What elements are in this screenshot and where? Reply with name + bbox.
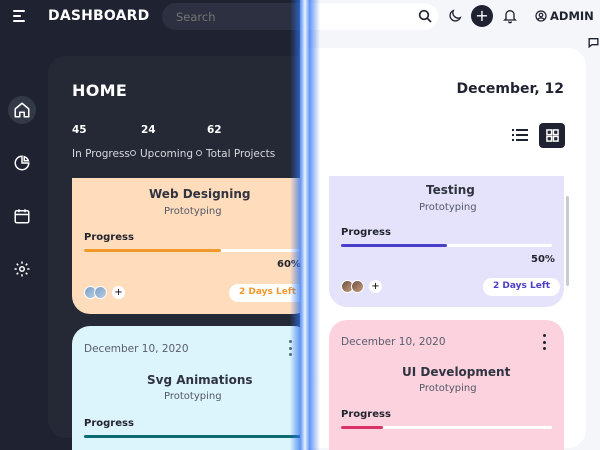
gear-icon: [14, 261, 30, 277]
add-member-button[interactable]: +: [369, 280, 382, 293]
search-icon: [418, 9, 432, 23]
progress-bar: [341, 426, 552, 429]
search-button[interactable]: [416, 7, 434, 25]
member-avatars: +: [341, 280, 382, 293]
card-date: December 10, 2020: [341, 336, 446, 348]
project-card-web-designing[interactable]: Web Designing Prototyping Progress 60% +…: [72, 178, 312, 314]
grid-view-button[interactable]: [539, 123, 565, 148]
sidebar-item-settings[interactable]: [8, 255, 36, 283]
user-icon: [535, 10, 547, 22]
card-title: Testing: [426, 183, 475, 197]
progress-bar: [341, 244, 552, 247]
card-title: UI Development: [402, 365, 511, 379]
calendar-icon: [14, 209, 30, 224]
card-date: December 10, 2020: [84, 343, 189, 355]
plus-icon: +: [471, 5, 493, 27]
moon-icon: [449, 9, 462, 22]
pie-chart-icon: [14, 155, 30, 171]
stat-upcoming: 24 Upcoming: [130, 124, 193, 161]
member-avatars: +: [84, 286, 125, 299]
card-subtitle: Prototyping: [164, 391, 222, 402]
days-left-badge: 2 Days Left: [483, 278, 561, 296]
scrollbar[interactable]: [566, 196, 569, 286]
stat-total-projects: 62 Total Projects: [196, 124, 275, 161]
card-title: Svg Animations: [147, 373, 253, 387]
avatar: [94, 286, 107, 299]
notifications-button[interactable]: [501, 7, 519, 25]
project-card-testing[interactable]: Testing Prototyping Progress 50% + 2 Day…: [329, 176, 564, 307]
bell-icon: [503, 10, 517, 24]
admin-label: ADMIN: [550, 9, 594, 23]
sidebar-item-home[interactable]: [8, 96, 36, 124]
progress-label: Progress: [84, 418, 134, 429]
list-view-icon: [512, 129, 528, 141]
card-subtitle: Prototyping: [419, 202, 477, 213]
progress-fill: [84, 249, 221, 252]
project-card-svg-animations[interactable]: December 10, 2020 Svg Animations Prototy…: [72, 326, 312, 450]
chat-button[interactable]: [587, 36, 600, 49]
hamburger-menu-icon[interactable]: [13, 10, 25, 22]
more-options-icon[interactable]: [541, 334, 547, 350]
sidebar-item-calendar[interactable]: [8, 202, 36, 230]
sidebar-item-analytics[interactable]: [8, 149, 36, 177]
page-title: HOME: [72, 81, 128, 100]
project-card-ui-development[interactable]: December 10, 2020 UI Development Prototy…: [329, 320, 564, 450]
progress-bar: [84, 249, 312, 252]
card-subtitle: Prototyping: [419, 383, 477, 394]
add-member-button[interactable]: +: [112, 286, 125, 299]
home-icon: [14, 102, 30, 118]
card-subtitle: Prototyping: [164, 206, 222, 217]
theme-divider: [290, 0, 320, 450]
progress-percent: 50%: [531, 254, 555, 265]
current-date: December, 12: [456, 81, 564, 97]
avatar: [351, 280, 364, 293]
progress-label: Progress: [341, 227, 391, 238]
add-button[interactable]: +: [471, 5, 493, 27]
progress-label: Progress: [341, 409, 391, 420]
chat-icon: [588, 38, 599, 49]
theme-toggle-button[interactable]: [446, 7, 464, 25]
stat-in-progress: 45 In Progress: [72, 124, 130, 160]
grid-view-icon: [545, 129, 559, 142]
list-view-button[interactable]: [508, 123, 532, 147]
progress-fill: [341, 426, 383, 429]
progress-label: Progress: [84, 232, 134, 243]
card-title: Web Designing: [149, 187, 251, 201]
progress-fill: [341, 244, 447, 247]
progress-bar: [84, 435, 312, 438]
brand-title: DASHBOARD: [48, 8, 150, 24]
admin-profile[interactable]: ADMIN: [535, 9, 594, 23]
